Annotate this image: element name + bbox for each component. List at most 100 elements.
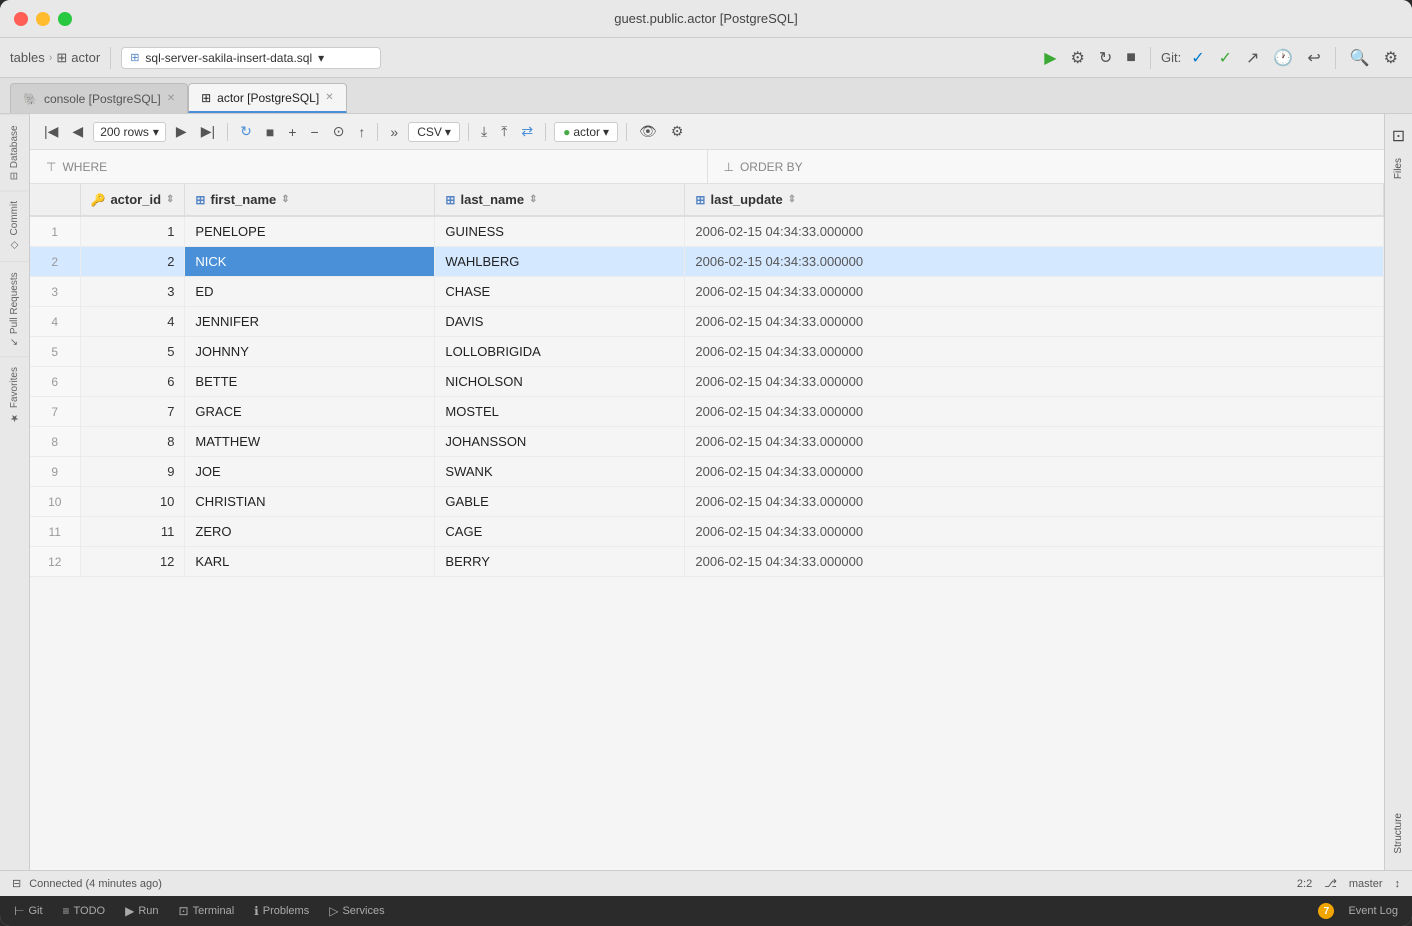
actor-id-sort-icon[interactable]: ⇕ bbox=[166, 194, 174, 205]
terminal-bottom-item[interactable]: ⊡ Terminal bbox=[171, 901, 243, 921]
table-row[interactable]: 33EDCHASE2006-02-15 04:34:33.000000 bbox=[30, 277, 1384, 307]
last-name-cell: NICHOLSON bbox=[435, 367, 685, 397]
table-row[interactable]: 88MATTHEWJOHANSSON2006-02-15 04:34:33.00… bbox=[30, 427, 1384, 457]
table-row[interactable]: 1010CHRISTIANGABLE2006-02-15 04:34:33.00… bbox=[30, 487, 1384, 517]
sidebar-item-commit[interactable]: ◇ Commit bbox=[0, 190, 29, 260]
git-bottom-item[interactable]: ⊢ Git bbox=[6, 901, 51, 921]
actor-id-header[interactable]: 🔑 actor_id ⇕ bbox=[80, 184, 185, 216]
table-row[interactable]: 11PENELOPEGUINESS2006-02-15 04:34:33.000… bbox=[30, 216, 1384, 247]
first-name-cell[interactable]: PENELOPE bbox=[185, 216, 435, 247]
services-bottom-item[interactable]: ▷ Services bbox=[321, 901, 392, 921]
first-name-cell[interactable]: NICK bbox=[185, 247, 435, 277]
first-name-cell[interactable]: GRACE bbox=[185, 397, 435, 427]
data-toolbar: |◀ ◀ 200 rows ▾ ▶ ▶| ↻ ■ + − ⊙ ↑ » CSV bbox=[30, 114, 1384, 150]
upload-button[interactable]: ⤒ bbox=[497, 121, 511, 142]
first-name-sort-icon[interactable]: ⇕ bbox=[281, 194, 289, 205]
sidebar-item-favorites[interactable]: ★ Favorites bbox=[0, 356, 29, 433]
first-name-header[interactable]: ⊞ first_name ⇕ bbox=[185, 184, 435, 216]
table-row[interactable]: 1111ZEROCAGE2006-02-15 04:34:33.000000 bbox=[30, 517, 1384, 547]
breadcrumb-actor[interactable]: ⊞ actor bbox=[56, 50, 100, 66]
move-up-button[interactable]: ↑ bbox=[354, 122, 369, 142]
first-name-cell[interactable]: BETTE bbox=[185, 367, 435, 397]
remove-row-button[interactable]: − bbox=[307, 122, 323, 142]
stop-data-button[interactable]: ■ bbox=[262, 122, 278, 142]
refresh-data-button[interactable]: ↻ bbox=[236, 121, 256, 142]
tab-actor[interactable]: ⊞ actor [PostgreSQL] ✕ bbox=[188, 83, 347, 113]
first-name-cell[interactable]: ZERO bbox=[185, 517, 435, 547]
add-row-button[interactable]: + bbox=[284, 122, 300, 142]
event-log-item[interactable]: Event Log bbox=[1340, 902, 1406, 920]
table-row[interactable]: 55JOHNNYLOLLOBRIGIDA2006-02-15 04:34:33.… bbox=[30, 337, 1384, 367]
first-page-button[interactable]: |◀ bbox=[40, 121, 62, 142]
last-name-cell: JOHANSSON bbox=[435, 427, 685, 457]
todo-bottom-item[interactable]: ≡ TODO bbox=[55, 901, 114, 921]
files-panel-icon[interactable]: ⊡ bbox=[1388, 122, 1409, 150]
sidebar-item-database[interactable]: ⊟ Database bbox=[0, 114, 29, 190]
more-button[interactable]: » bbox=[386, 122, 402, 142]
maximize-button[interactable] bbox=[58, 12, 72, 26]
window-controls bbox=[14, 12, 72, 26]
filter-section[interactable]: ⊤ WHERE bbox=[30, 150, 708, 183]
settings2-button[interactable]: ⚙ bbox=[667, 121, 688, 142]
git-arrow-button[interactable]: ↗ bbox=[1242, 46, 1263, 70]
table-row[interactable]: 22NICKWAHLBERG2006-02-15 04:34:33.000000 bbox=[30, 247, 1384, 277]
next-page-button[interactable]: ▶ bbox=[172, 121, 191, 142]
last-name-sort-icon[interactable]: ⇕ bbox=[529, 194, 537, 205]
file-selector[interactable]: ⊞ sql-server-sakila-insert-data.sql ▾ bbox=[121, 47, 381, 69]
last-name-cell: CAGE bbox=[435, 517, 685, 547]
breadcrumb-tables-label: tables bbox=[10, 50, 45, 65]
csv-button[interactable]: CSV ▾ bbox=[408, 122, 460, 142]
console-tab-icon: 🐘 bbox=[23, 92, 38, 106]
duplicate-button[interactable]: ⊙ bbox=[329, 121, 349, 142]
table-row[interactable]: 77GRACEMOSTEL2006-02-15 04:34:33.000000 bbox=[30, 397, 1384, 427]
compare-button[interactable]: ⇄ bbox=[517, 121, 537, 142]
first-name-cell[interactable]: CHRISTIAN bbox=[185, 487, 435, 517]
rows-selector[interactable]: 200 rows ▾ bbox=[93, 122, 166, 142]
terminal-bottom-label: Terminal bbox=[193, 905, 235, 917]
git-revert-button[interactable]: ↩ bbox=[1303, 46, 1324, 70]
close-button[interactable] bbox=[14, 12, 28, 26]
last-page-button[interactable]: ▶| bbox=[197, 121, 219, 142]
console-tab-close[interactable]: ✕ bbox=[167, 93, 175, 104]
git-check-button[interactable]: ✓ bbox=[1187, 46, 1208, 70]
orderby-section[interactable]: ⊥ ORDER BY bbox=[708, 150, 1385, 183]
actor-tab-close[interactable]: ✕ bbox=[325, 92, 333, 103]
first-name-cell[interactable]: KARL bbox=[185, 547, 435, 577]
run-button[interactable]: ▶ bbox=[1040, 46, 1060, 70]
last-name-col-icon: ⊞ bbox=[445, 193, 455, 207]
git-check2-button[interactable]: ✓ bbox=[1215, 46, 1236, 70]
view-button[interactable]: 👁 bbox=[635, 121, 661, 142]
problems-bottom-item[interactable]: ℹ Problems bbox=[246, 901, 317, 921]
first-name-cell[interactable]: JOHNNY bbox=[185, 337, 435, 367]
breadcrumb-tables[interactable]: tables bbox=[10, 50, 45, 65]
table-row[interactable]: 99JOESWANK2006-02-15 04:34:33.000000 bbox=[30, 457, 1384, 487]
structure-label[interactable]: Structure bbox=[1389, 805, 1408, 862]
git-history-button[interactable]: 🕐 bbox=[1269, 46, 1297, 70]
table-row[interactable]: 44JENNIFERDAVIS2006-02-15 04:34:33.00000… bbox=[30, 307, 1384, 337]
minimize-button[interactable] bbox=[36, 12, 50, 26]
last-update-sort-icon[interactable]: ⇕ bbox=[788, 194, 796, 205]
table-row[interactable]: 1212KARLBERRY2006-02-15 04:34:33.000000 bbox=[30, 547, 1384, 577]
prev-page-button[interactable]: ◀ bbox=[68, 121, 87, 142]
download-button[interactable]: ⤓ bbox=[477, 121, 491, 142]
settings-button[interactable]: ⚙ bbox=[1380, 46, 1402, 70]
first-name-cell[interactable]: ED bbox=[185, 277, 435, 307]
first-name-cell[interactable]: MATTHEW bbox=[185, 427, 435, 457]
first-name-cell[interactable]: JOE bbox=[185, 457, 435, 487]
last-name-header[interactable]: ⊞ last_name ⇕ bbox=[435, 184, 685, 216]
refresh-button[interactable]: ↻ bbox=[1095, 46, 1116, 70]
run-bottom-item[interactable]: ▶ Run bbox=[117, 901, 166, 921]
actor-label: actor bbox=[573, 125, 600, 139]
first-name-cell[interactable]: JENNIFER bbox=[185, 307, 435, 337]
tab-console[interactable]: 🐘 console [PostgreSQL] ✕ bbox=[10, 83, 188, 113]
table-row[interactable]: 66BETTENICHOLSON2006-02-15 04:34:33.0000… bbox=[30, 367, 1384, 397]
search-button[interactable]: 🔍 bbox=[1346, 46, 1374, 70]
sidebar-item-pull-requests[interactable]: ↙ Pull Requests bbox=[0, 261, 29, 356]
files-label[interactable]: Files bbox=[1389, 150, 1408, 187]
last-update-cell: 2006-02-15 04:34:33.000000 bbox=[685, 247, 1384, 277]
settings-run-button[interactable]: ⚙ bbox=[1067, 46, 1089, 70]
actor-selector[interactable]: ● actor ▾ bbox=[554, 122, 618, 142]
actor-id-cell: 8 bbox=[80, 427, 185, 457]
last-update-header[interactable]: ⊞ last_update ⇕ bbox=[685, 184, 1384, 216]
stop-button[interactable]: ■ bbox=[1122, 47, 1140, 69]
